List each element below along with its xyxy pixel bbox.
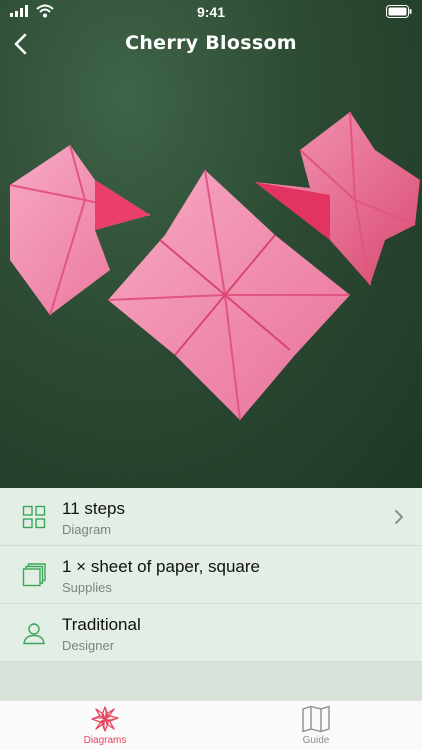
map-icon: [302, 705, 330, 733]
blossom-icon: [91, 706, 119, 732]
origami-photo: [9, 111, 420, 421]
page-title: Cherry Blossom: [125, 32, 297, 54]
tab-guide-label: Guide: [302, 735, 330, 746]
list-footer-spacer: [0, 662, 422, 700]
nav-bar: Cherry Blossom: [0, 26, 422, 62]
tab-diagrams[interactable]: Diagrams: [45, 705, 165, 750]
info-list: 11 steps Diagram 1 × sheet of paper, squ…: [0, 488, 422, 662]
tab-bar: Diagrams Guide: [0, 700, 422, 750]
battery-icon: [386, 5, 412, 18]
paper-stack-icon: [22, 563, 46, 587]
designer-value: Traditional: [62, 615, 141, 634]
supplies-value: 1 × sheet of paper, square: [62, 557, 261, 576]
hero-photo: 9:41 Cherry Blossom: [0, 0, 422, 488]
diagram-row[interactable]: 11 steps Diagram: [0, 488, 422, 546]
tab-diagrams-label: Diagrams: [83, 735, 127, 746]
grid-icon: [22, 505, 46, 529]
supplies-label: Supplies: [62, 580, 112, 595]
designer-label: Designer: [62, 638, 115, 653]
person-icon: [23, 623, 45, 645]
tab-guide[interactable]: Guide: [256, 705, 376, 750]
designer-row: Traditional Designer: [0, 604, 422, 662]
supplies-row: 1 × sheet of paper, square Supplies: [0, 546, 422, 604]
chevron-right-icon: [395, 510, 403, 524]
steps-count: 11 steps: [62, 499, 126, 518]
status-bar: 9:41: [0, 0, 422, 24]
diagram-label: Diagram: [62, 522, 112, 537]
status-time: 9:41: [196, 4, 226, 20]
